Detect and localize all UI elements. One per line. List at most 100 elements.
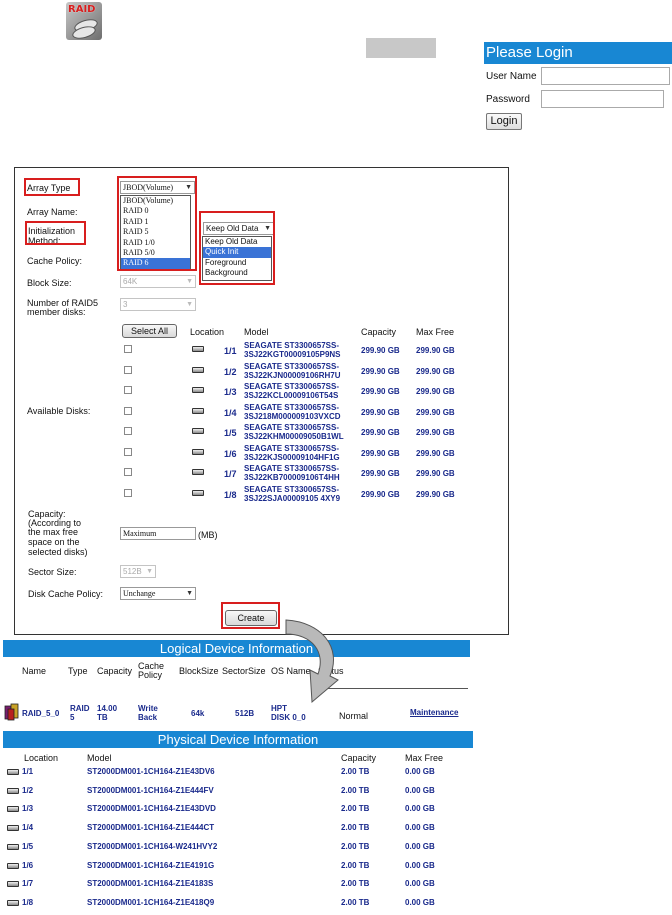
available-disks-label: Available Disks: xyxy=(27,406,91,416)
physical-location: 1/2 xyxy=(22,786,34,795)
disk-max-free: 299.90 GB xyxy=(416,387,455,396)
logical-row-capacity-1: 14.00 xyxy=(97,704,118,713)
disk-model-line-1: SEAGATE ST3300657SS- xyxy=(244,403,340,412)
disk-max-free: 299.90 GB xyxy=(416,428,455,437)
disk-model-line-2: 3SJ22KHM00009050B1WL xyxy=(244,432,344,441)
physical-max-free: 0.00 GB xyxy=(405,823,435,832)
disk-cache-value: Unchange xyxy=(123,589,156,598)
physical-model: ST2000DM001-1CH164-Z1E4191G xyxy=(87,861,215,870)
disk-location: 1/5 xyxy=(224,428,237,438)
password-input[interactable] xyxy=(541,90,664,108)
physical-max-free: 0.00 GB xyxy=(405,861,435,870)
logical-row-cache-1: Write xyxy=(138,704,158,713)
disk-max-free: 299.90 GB xyxy=(416,490,455,499)
disk-model-line-1: SEAGATE ST3300657SS- xyxy=(244,423,340,432)
block-size-select[interactable]: 64K ▼ xyxy=(120,275,196,288)
disk-checkbox[interactable] xyxy=(124,407,132,415)
disk-location: 1/1 xyxy=(224,346,237,356)
disk-drive-icon xyxy=(192,490,204,496)
capacity-label-3: the max free xyxy=(28,527,79,537)
logical-row-type-1: RAID xyxy=(70,704,90,713)
disk-capacity: 299.90 GB xyxy=(361,346,400,355)
physical-device-header: Physical Device Information xyxy=(3,731,473,748)
disk-location: 1/3 xyxy=(224,387,237,397)
logical-row-status: Normal xyxy=(339,711,369,721)
disk-checkbox[interactable] xyxy=(124,489,132,497)
physical-location: 1/5 xyxy=(22,842,34,851)
password-label: Password xyxy=(486,94,530,105)
login-button[interactable]: Login xyxy=(486,113,522,130)
capacity-header: Capacity xyxy=(361,327,397,337)
physical-model: ST2000DM001-1CH164-Z1E444FV xyxy=(87,786,214,795)
drive-icon xyxy=(7,825,19,831)
physical-capacity: 2.00 TB xyxy=(341,842,370,851)
disk-location: 1/8 xyxy=(224,490,237,500)
drive-icon xyxy=(7,769,19,775)
disk-model-line-1: SEAGATE ST3300657SS- xyxy=(244,362,340,371)
raid5-members-value: 3 xyxy=(123,300,128,309)
disk-max-free: 299.90 GB xyxy=(416,346,455,355)
disk-drive-icon xyxy=(192,387,204,393)
raid-array-icon xyxy=(4,703,19,721)
username-input[interactable] xyxy=(541,67,670,85)
disk-checkbox[interactable] xyxy=(124,427,132,435)
capacity-label-5: selected disks) xyxy=(28,547,88,557)
maintenance-link[interactable]: Maintenance xyxy=(410,708,458,717)
disk-capacity: 299.90 GB xyxy=(361,367,400,376)
disk-checkbox[interactable] xyxy=(124,448,132,456)
disk-cache-select[interactable]: Unchange ▼ xyxy=(120,587,196,600)
select-all-button[interactable]: Select All xyxy=(122,324,177,338)
block-size-value: 64K xyxy=(123,277,138,286)
disk-checkbox[interactable] xyxy=(124,366,132,374)
sector-size-select[interactable]: 512B ▼ xyxy=(120,565,156,578)
physical-max-free: 0.00 GB xyxy=(405,804,435,813)
block-size-label: Block Size: xyxy=(27,278,72,288)
physical-capacity: 2.00 TB xyxy=(341,898,370,907)
raid5-members-select[interactable]: 3 ▼ xyxy=(120,298,196,311)
disk-location: 1/6 xyxy=(224,449,237,459)
capacity-input[interactable]: Maximum xyxy=(120,527,196,540)
disk-drive-icon xyxy=(192,428,204,434)
disk-capacity: 299.90 GB xyxy=(361,490,400,499)
logical-row-cache-2: Back xyxy=(138,713,158,722)
physical-max-free: 0.00 GB xyxy=(405,879,435,888)
capacity-unit: (MB) xyxy=(198,530,218,540)
drive-icon xyxy=(7,788,19,794)
physical-model: ST2000DM001-1CH164-Z1E444CT xyxy=(87,823,215,832)
disk-checkbox[interactable] xyxy=(124,386,132,394)
capacity-label-4: space on the xyxy=(28,537,80,547)
highlight-box xyxy=(221,602,280,629)
physical-capacity: 2.00 TB xyxy=(341,786,370,795)
physical-capacity: 2.00 TB xyxy=(341,804,370,813)
physical-max-free: 0.00 GB xyxy=(405,786,435,795)
physical-capacity-header: Capacity xyxy=(341,753,377,763)
disk-model-line-1: SEAGATE ST3300657SS- xyxy=(244,341,340,350)
logical-device-header: Logical Device Information xyxy=(3,640,470,657)
logical-sectorsize-header: SectorSize xyxy=(222,666,266,676)
disk-cache-label: Disk Cache Policy: xyxy=(28,589,104,599)
physical-max-free: 0.00 GB xyxy=(405,767,435,776)
disk-capacity: 299.90 GB xyxy=(361,387,400,396)
logical-row-type-2: 5 xyxy=(70,713,75,722)
drive-icon xyxy=(7,863,19,869)
logical-cache-header-2: Policy xyxy=(138,670,163,680)
raid-logo-icon: RAID xyxy=(66,2,102,41)
disk-max-free: 299.90 GB xyxy=(416,367,455,376)
disk-capacity: 299.90 GB xyxy=(361,428,400,437)
disk-model-line-2: 3SJ22KB700009106T4HH xyxy=(244,473,340,482)
disk-model-line-2: 3SJ22KJS00009104HF1G xyxy=(244,453,340,462)
login-header: Please Login xyxy=(484,42,672,64)
disk-checkbox[interactable] xyxy=(124,468,132,476)
disk-drive-icon xyxy=(192,408,204,414)
highlight-box xyxy=(117,176,197,271)
disk-checkbox[interactable] xyxy=(124,345,132,353)
array-name-label: Array Name: xyxy=(27,207,78,217)
drive-icon xyxy=(7,844,19,850)
disk-model-line-2: 3SJ218M000009103VXCD xyxy=(244,412,341,421)
disk-model-line-2: 3SJ22KCL00009106T54S xyxy=(244,391,339,400)
chevron-down-icon: ▼ xyxy=(186,301,193,308)
logical-blocksize-header: BlockSize xyxy=(179,666,219,676)
grey-button[interactable] xyxy=(366,38,436,58)
location-header: Location xyxy=(190,327,225,337)
highlight-box xyxy=(199,211,275,285)
